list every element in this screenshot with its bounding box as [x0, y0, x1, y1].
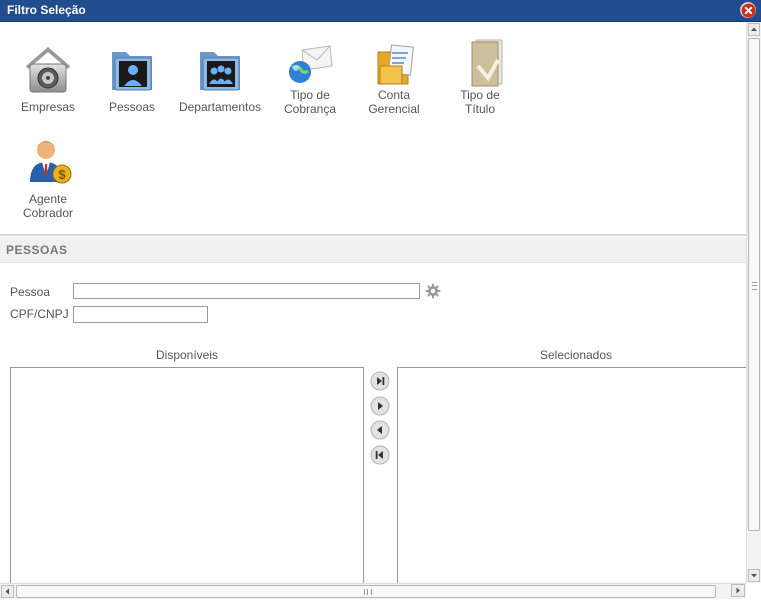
toolbar-item-label: Empresas	[20, 100, 76, 114]
toolbar-item-tipo-de-titulo[interactable]: Tipo de Título	[438, 39, 522, 116]
cpf-cnpj-label: CPF/CNPJ	[10, 307, 69, 321]
svg-text:$: $	[58, 167, 66, 182]
selected-listbox[interactable]	[397, 367, 746, 583]
move-all-right-button[interactable]	[370, 371, 390, 391]
toolbar-item-label: Tipo de Cobrança	[283, 88, 337, 116]
pessoa-label: Pessoa	[10, 285, 51, 299]
close-icon	[741, 3, 756, 18]
vertical-scroll-thumb[interactable]	[748, 38, 760, 531]
toolbar-item-conta-gerencial[interactable]: Conta Gerencial	[352, 44, 436, 116]
chevron-right-icon	[736, 587, 740, 594]
section-divider	[0, 234, 746, 236]
pessoa-input[interactable]	[73, 283, 420, 299]
book-icon	[454, 39, 506, 87]
toolbar-item-label: Departamentos	[178, 100, 262, 114]
move-all-right-icon	[370, 371, 390, 391]
toolbar-item-pessoas[interactable]: Pessoas	[90, 44, 174, 114]
close-button[interactable]	[740, 2, 756, 18]
toolbar-item-departamentos[interactable]: Departamentos	[178, 44, 262, 114]
scroll-up-button[interactable]	[748, 23, 760, 36]
move-right-button[interactable]	[370, 396, 390, 416]
move-left-icon	[370, 420, 390, 440]
window-titlebar: Filtro Seleção	[0, 0, 761, 22]
chevron-down-icon	[751, 574, 757, 578]
available-listbox[interactable]	[10, 367, 364, 583]
horizontal-scroll-thumb[interactable]	[16, 585, 716, 598]
selected-list-title: Selecionados	[539, 348, 613, 362]
gear-icon[interactable]	[425, 283, 441, 299]
scroll-down-button[interactable]	[748, 569, 760, 582]
move-all-left-icon	[370, 445, 390, 465]
section-title: PESSOAS	[6, 243, 68, 257]
vertical-scrollbar[interactable]	[746, 22, 761, 583]
toolbar-item-label: Agente Cobrador	[22, 192, 74, 220]
scroll-grip-icon	[364, 589, 372, 595]
available-list-title: Disponíveis	[155, 348, 219, 362]
toolbar-item-empresas[interactable]: Empresas	[6, 44, 90, 114]
safe-icon	[22, 44, 74, 96]
toolbar-item-agente-cobrador[interactable]: $ Agente Cobrador	[6, 136, 90, 220]
scroll-grip-icon	[752, 282, 757, 290]
chevron-left-icon	[5, 588, 9, 595]
toolbar-item-label: Conta Gerencial	[368, 88, 420, 116]
scroll-right-button[interactable]	[731, 584, 745, 597]
window-title: Filtro Seleção	[7, 3, 86, 17]
toolbar-item-label: Pessoas	[108, 100, 156, 114]
dialog-content: Empresas Pessoas Departamentos Tipo de C…	[0, 22, 746, 583]
chevron-up-icon	[751, 27, 757, 31]
group-folder-icon	[194, 44, 246, 96]
documents-icon	[368, 44, 420, 86]
move-right-icon	[370, 396, 390, 416]
agent-money-icon: $	[22, 136, 74, 188]
toolbar-item-tipo-de-cobranca[interactable]: Tipo de Cobrança	[268, 44, 352, 116]
toolbar-item-label: Tipo de Título	[460, 88, 500, 116]
scroll-left-button[interactable]	[1, 585, 14, 598]
scrollbar-corner	[746, 583, 761, 599]
section-header: PESSOAS	[0, 237, 746, 263]
horizontal-scrollbar[interactable]	[0, 583, 746, 599]
move-all-left-button[interactable]	[370, 445, 390, 465]
person-folder-icon	[106, 44, 158, 96]
cpf-cnpj-input[interactable]	[73, 306, 208, 323]
move-left-button[interactable]	[370, 420, 390, 440]
globe-envelope-icon	[284, 44, 336, 86]
